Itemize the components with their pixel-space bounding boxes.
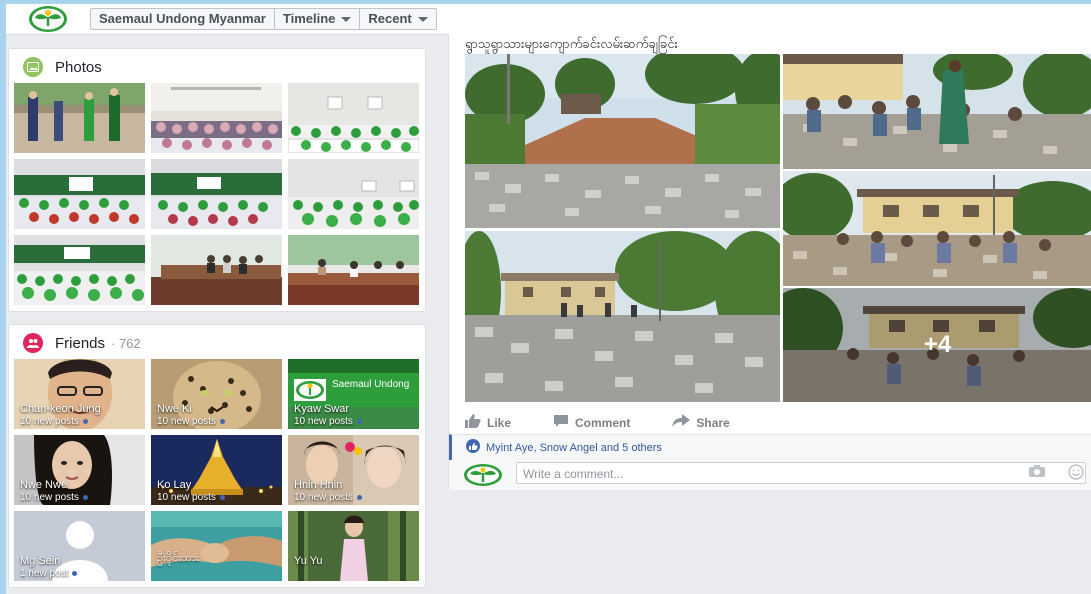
friend-new-posts: 10 new posts	[20, 416, 88, 427]
photos-icon	[23, 57, 43, 77]
crumb-timeline-label: Timeline	[282, 11, 336, 26]
friend-new-posts: 10 new posts	[294, 492, 362, 503]
new-post-dot	[72, 571, 78, 576]
friend-name[interactable]: ဦးဝိုင်းထား	[157, 551, 199, 567]
friend-tile[interactable]: Nwe Ki 10 new posts	[151, 359, 282, 429]
friend-new-posts: 1 new post	[20, 568, 78, 579]
caret-down-icon	[417, 16, 428, 22]
crumb-recent[interactable]: Recent	[360, 9, 435, 29]
share-button[interactable]: Share	[672, 414, 730, 431]
friend-name[interactable]: Nwe Nwe	[20, 479, 67, 491]
post-photo-main[interactable]	[465, 54, 780, 228]
friend-posts-label: 1 new post	[20, 568, 69, 579]
photo-thumb[interactable]	[288, 159, 419, 229]
new-post-dot	[82, 495, 88, 500]
friend-tile[interactable]: Mg Sein 1 new post	[14, 511, 145, 581]
friend-name[interactable]: Mg Sein	[20, 555, 60, 567]
friend-new-posts: 10 new posts	[157, 492, 225, 503]
friends-header: Friends · 762	[23, 333, 141, 353]
like-icon	[465, 414, 481, 431]
friend-posts-label: 10 new posts	[294, 492, 353, 503]
photos-grid	[14, 83, 419, 305]
photo-thumb[interactable]	[14, 83, 145, 153]
friend-new-posts: 10 new posts	[294, 416, 362, 427]
friend-name[interactable]: Nwe Ki	[157, 403, 192, 415]
friends-icon	[23, 333, 43, 353]
likes-summary[interactable]: Myint Aye, Snow Angel and 5 others	[449, 434, 1091, 460]
new-post-dot	[219, 495, 225, 500]
friend-card-caption: Saemaul Undong	[332, 379, 410, 390]
comment-icon	[553, 414, 569, 431]
photo-thumb[interactable]	[151, 159, 282, 229]
photo-thumb[interactable]	[151, 83, 282, 153]
friend-name[interactable]: Kyaw Swar	[294, 403, 349, 415]
friend-new-posts: 10 new posts	[20, 492, 88, 503]
friend-new-posts: 10 new posts	[157, 416, 225, 427]
emoji-icon[interactable]	[1068, 464, 1084, 483]
friend-name[interactable]: Chan-keon Jung	[20, 403, 101, 415]
photo-thumb[interactable]	[14, 159, 145, 229]
friends-title[interactable]: Friends	[55, 335, 105, 352]
friend-posts-label: 10 new posts	[157, 492, 216, 503]
saemaul-logo-icon[interactable]	[28, 4, 68, 34]
post-photo-workers-1[interactable]	[783, 54, 1091, 169]
friend-tile[interactable]: ဦးဝိုင်းထား	[151, 511, 282, 581]
timeline-post: ရွာသူရွာသားများကျောက်ခင်းလမ်းဆက်ချခြင်း …	[448, 34, 1091, 490]
crumb-page-name[interactable]: Saemaul Undong Myanmar	[91, 9, 275, 29]
photo-thumb[interactable]	[14, 235, 145, 305]
new-post-dot	[219, 419, 225, 424]
more-photos-overlay[interactable]: +4	[783, 288, 1091, 402]
friend-posts-label: 10 new posts	[20, 492, 79, 503]
friend-name[interactable]: Ko Lay	[157, 479, 191, 491]
new-post-dot	[356, 419, 362, 424]
photos-header: Photos	[23, 57, 102, 77]
comment-input[interactable]: Write a comment...	[516, 462, 1086, 484]
friend-tile[interactable]: Hnin Hnin 10 new posts	[288, 435, 419, 505]
new-post-dot	[82, 419, 88, 424]
post-photo-road[interactable]	[465, 231, 780, 402]
friends-grid: Chan-keon Jung 10 new posts Nwe Ki 10 ne…	[14, 359, 419, 581]
friend-tile[interactable]: Chan-keon Jung 10 new posts	[14, 359, 145, 429]
comment-label: Comment	[575, 415, 631, 430]
friend-name[interactable]: Hnin Hnin	[294, 479, 342, 491]
photo-thumb[interactable]	[288, 83, 419, 153]
friends-card: Friends · 762 Chan-keon Jung 10 new post…	[8, 324, 426, 588]
likes-text[interactable]: Myint Aye, Snow Angel and 5 others	[486, 442, 662, 454]
new-post-dot	[356, 495, 362, 500]
photo-thumb[interactable]	[288, 235, 419, 305]
crumb-timeline[interactable]: Timeline	[275, 9, 361, 29]
post-photo-more[interactable]: +4	[783, 288, 1091, 402]
friend-posts-label: 10 new posts	[157, 416, 216, 427]
breadcrumb: Saemaul Undong Myanmar Timeline Recent	[90, 8, 437, 30]
friend-tile[interactable]: Saemaul Undong Kyaw Swar 10 new posts	[288, 359, 419, 429]
friends-count: · 762	[111, 335, 141, 351]
post-actions: Like Comment Share	[465, 414, 730, 431]
friend-name[interactable]: Yu Yu	[294, 555, 323, 567]
comment-button[interactable]: Comment	[553, 414, 630, 431]
like-button[interactable]: Like	[465, 414, 511, 431]
page-topbar: Saemaul Undong Myanmar Timeline Recent	[6, 4, 1091, 35]
caret-down-icon	[341, 16, 352, 22]
photos-card: Photos	[8, 48, 426, 312]
share-label: Share	[696, 415, 730, 430]
crumb-page-label: Saemaul Undong Myanmar	[99, 11, 266, 26]
friend-posts-label: 10 new posts	[294, 416, 353, 427]
camera-icon[interactable]	[1028, 464, 1046, 483]
friend-tile[interactable]: Nwe Nwe 10 new posts	[14, 435, 145, 505]
post-photo-workers-2[interactable]	[783, 171, 1091, 286]
like-badge-icon	[466, 439, 480, 456]
comment-composer: Write a comment...	[449, 460, 1091, 490]
frame-left-border	[0, 0, 6, 594]
post-title: ရွာသူရွာသားများကျောက်ခင်းလမ်းဆက်ချခြင်း	[465, 36, 678, 51]
friend-tile[interactable]: Ko Lay 10 new posts	[151, 435, 282, 505]
crumb-recent-label: Recent	[368, 11, 412, 26]
comment-tools	[1028, 464, 1084, 483]
photos-title[interactable]: Photos	[55, 59, 102, 76]
photo-thumb[interactable]	[151, 235, 282, 305]
friend-tile[interactable]: Yu Yu	[288, 511, 419, 581]
like-label: Like	[487, 415, 512, 430]
share-icon	[672, 414, 691, 431]
page-avatar	[463, 463, 503, 487]
friend-posts-label: 10 new posts	[20, 416, 79, 427]
